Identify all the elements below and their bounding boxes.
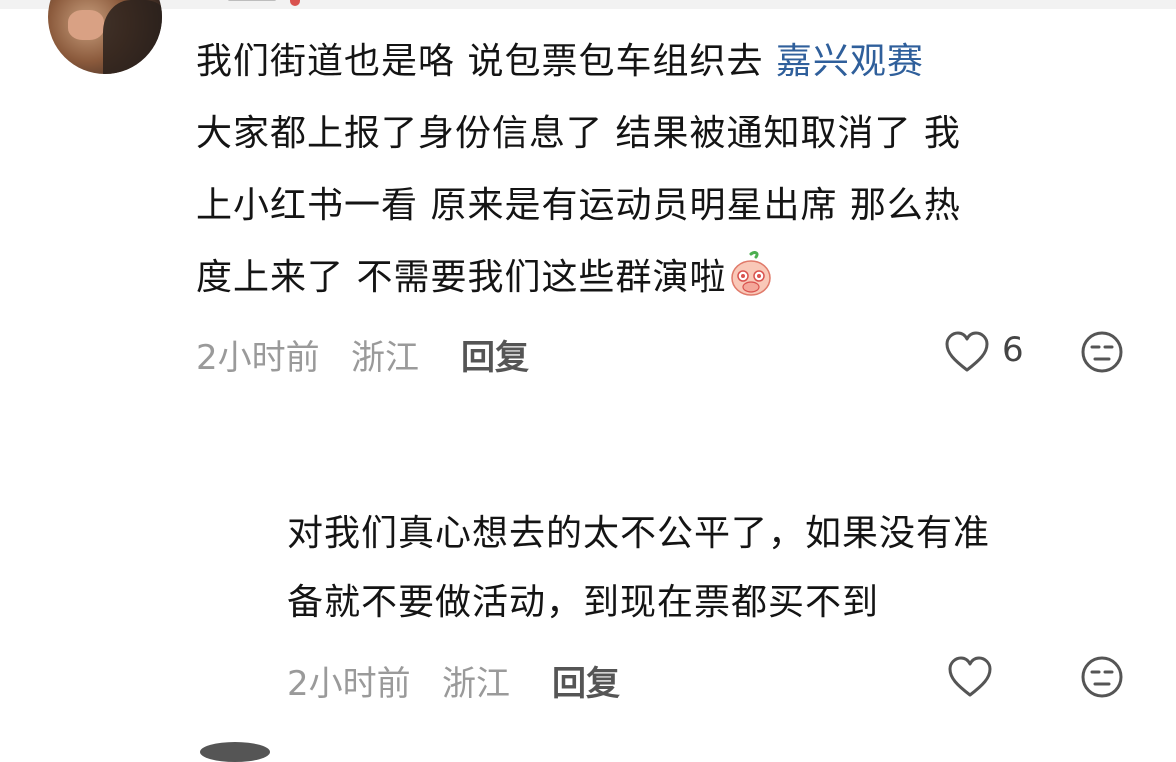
comment-line: 上小红书一看 原来是有运动员明星出席 那么热 <box>196 185 961 226</box>
dislike-face-icon[interactable] <box>1080 330 1124 374</box>
reply-button[interactable]: 回复 <box>552 656 620 705</box>
topic-link[interactable]: 嘉兴观赛 <box>776 41 924 82</box>
like-heart-icon[interactable] <box>947 655 993 699</box>
next-comment-avatar[interactable] <box>200 742 270 762</box>
comment-line-text: 度上来了 不需要我们这些群演啦 <box>196 257 727 298</box>
comment-line: 度上来了 不需要我们这些群演啦 <box>196 242 1136 314</box>
like-count: 6 <box>1002 330 1024 370</box>
comment-line: 对我们真心想去的太不公平了，如果没有准 <box>287 513 991 554</box>
comment-location: 浙江 <box>442 664 510 704</box>
comment-time: 2小时前 <box>287 664 411 704</box>
like-heart-icon[interactable] <box>944 330 990 374</box>
shy-peach-emoji-icon <box>731 251 772 296</box>
dislike-face-icon[interactable] <box>1080 655 1124 699</box>
comment-location: 浙江 <box>351 338 419 378</box>
reply-button[interactable]: 回复 <box>461 330 529 379</box>
comment-body: 我们街道也是咯 说包票包车组织去 嘉兴观赛 大家都上报了身份信息了 结果被通知取… <box>196 26 1136 314</box>
top-divider <box>0 0 1176 9</box>
comment-line: 大家都上报了身份信息了 结果被通知取消了 我 <box>196 113 961 154</box>
avatar[interactable] <box>48 0 162 74</box>
comment-line: 备就不要做活动，到现在票都买不到 <box>287 582 880 623</box>
comment-text-segment: 我们街道也是咯 说包票包车组织去 <box>196 41 776 82</box>
cropped-username <box>228 0 288 8</box>
comment-time: 2小时前 <box>196 338 320 378</box>
comment-line: 我们街道也是咯 说包票包车组织去 嘉兴观赛 <box>196 26 1136 98</box>
